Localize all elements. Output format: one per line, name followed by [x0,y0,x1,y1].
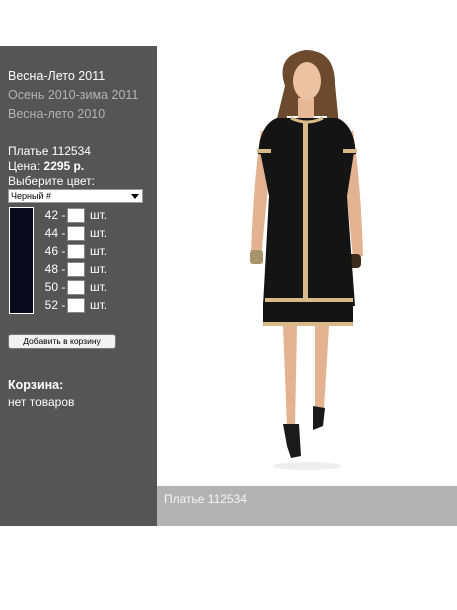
size-row: 50 - шт. [38,280,107,296]
choose-color-label: Выберите цвет: [8,174,96,188]
unit-label: шт. [90,226,108,240]
size-row: 52 - шт. [38,298,107,314]
model-dress-illustration [250,50,363,470]
quantity-input-52[interactable] [67,298,85,313]
color-select-value: Черный # [11,191,51,201]
unit-label: шт. [90,244,108,258]
season-link-spring-summer-2010[interactable]: Весна-лето 2010 [8,107,105,121]
season-link-spring-summer-2011[interactable]: Весна-Лето 2011 [8,69,105,83]
quantity-input-42[interactable] [67,208,85,223]
quantity-input-44[interactable] [67,226,85,241]
caption-text: Платье 112534 [164,492,247,506]
season-link-autumn-winter-2010[interactable]: Осень 2010-зима 2011 [8,88,138,102]
chevron-down-icon[interactable] [131,194,139,199]
size-row: 48 - шт. [38,262,107,278]
size-label: 46 [44,244,58,258]
unit-label: шт. [90,262,108,276]
size-label: 42 [44,208,58,222]
size-row: 46 - шт. [38,244,107,260]
price-line: Цена: 2295 р. [8,159,84,173]
price-label: Цена: [8,159,41,173]
quantity-input-50[interactable] [67,280,85,295]
quantity-input-48[interactable] [67,262,85,277]
color-select[interactable]: Черный # [8,189,143,203]
cart-status: нет товаров [8,395,75,409]
size-row: 44 - шт. [38,226,107,242]
size-row: 42 - шт. [38,208,107,224]
sidebar: Весна-Лето 2011 Осень 2010-зима 2011 Вес… [0,46,157,526]
product-photo[interactable] [157,46,457,486]
add-to-cart-button[interactable]: Добавить в корзину [8,334,116,349]
size-label: 44 [44,226,58,240]
size-label: 50 [44,280,58,294]
caption-bar: Платье 112534 [157,486,457,526]
unit-label: шт. [90,298,108,312]
quantity-input-46[interactable] [67,244,85,259]
size-label: 52 [44,298,58,312]
unit-label: шт. [90,280,108,294]
cart-title: Корзина: [8,378,64,392]
price-value: 2295 р. [43,159,85,173]
size-label: 48 [44,262,58,276]
unit-label: шт. [90,208,108,222]
color-swatch[interactable] [9,207,34,314]
product-name: Платье 112534 [8,144,91,158]
